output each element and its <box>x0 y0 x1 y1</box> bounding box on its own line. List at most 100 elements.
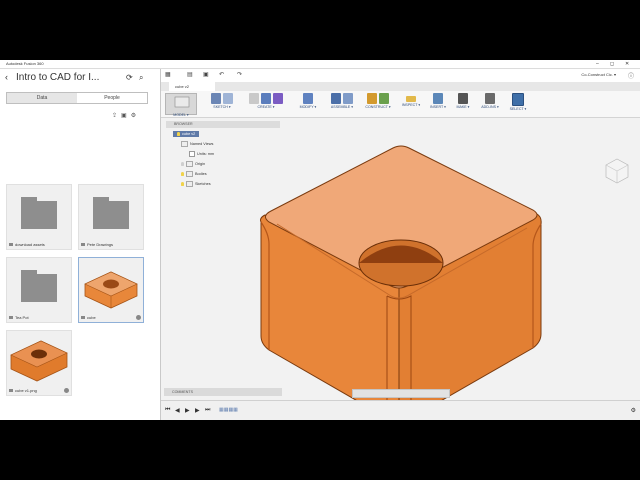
tab-cube-v2[interactable]: cube v2 <box>169 82 215 91</box>
navigation-bar[interactable] <box>352 389 450 398</box>
folder-icon <box>186 161 193 167</box>
previous-step-icon[interactable]: ◀ <box>175 407 180 414</box>
construct-menu[interactable]: CONSTRUCT ▾ <box>361 93 395 109</box>
title-bar: Autodesk Fusion 360 – ◻ ✕ <box>0 60 640 69</box>
offset-plane-icon <box>367 93 377 104</box>
last-step-icon[interactable]: ⏭ <box>205 407 210 414</box>
scripts-icon <box>485 93 495 104</box>
sketch-menu[interactable]: SKETCH ▾ <box>205 93 239 109</box>
lightbulb-icon[interactable] <box>181 172 184 176</box>
new-folder-icon[interactable]: ▣ <box>121 113 131 119</box>
folder-small-icon <box>9 243 13 247</box>
list-item-tea-pot[interactable]: Tea Pot <box>6 257 72 323</box>
cube-thumbnail <box>84 271 138 309</box>
tab-people[interactable]: People <box>77 93 147 103</box>
insert-menu[interactable]: INSERT ▾ <box>427 93 449 109</box>
model-workspace-icon <box>174 96 190 108</box>
folder-icon <box>186 181 193 187</box>
browser-panel: BROWSER cube v2 Named Views Units: mm Or… <box>161 118 281 248</box>
timeline-settings-icon[interactable]: ⚙ <box>631 407 636 414</box>
insert-image-icon <box>433 93 443 104</box>
data-actions: ⇪▣⚙ <box>112 112 140 119</box>
ribbon: MODEL ▾ SKETCH ▾ CREATE ▾ MODIFY ▾ ASSEM… <box>161 91 640 118</box>
grid-menu-icon[interactable]: ▦ <box>165 71 171 78</box>
add-ins-menu[interactable]: ADD-INS ▾ <box>477 93 503 109</box>
folder-small-icon <box>81 243 85 247</box>
list-item-cube[interactable]: cube <box>78 257 144 323</box>
modify-menu[interactable]: MODIFY ▾ <box>295 93 321 109</box>
close-button[interactable]: ✕ <box>625 60 629 68</box>
folder-icon <box>181 141 188 147</box>
lightbulb-icon[interactable] <box>177 132 180 136</box>
select-menu[interactable]: SELECT ▾ <box>507 93 529 111</box>
line-icon <box>223 93 233 104</box>
timeline-features-icon[interactable]: ▦▦▦▦ <box>219 407 238 413</box>
settings-icon[interactable]: ⚙ <box>131 113 140 119</box>
folder-icon <box>21 270 57 302</box>
extrude-icon <box>261 93 271 104</box>
measure-icon <box>406 96 416 102</box>
data-panel-tabs: Data People <box>6 92 148 104</box>
timeline: ⏮ ◀ ▶ ▶ ⏭ ▦▦▦▦ ⚙ <box>161 400 640 420</box>
comments-panel[interactable]: COMMENTS <box>164 388 282 396</box>
save-icon[interactable]: ▣ <box>203 71 209 78</box>
back-arrow-icon[interactable]: ‹ <box>5 72 8 82</box>
folder-icon <box>93 197 129 229</box>
search-icon[interactable]: ⌕ <box>139 73 143 83</box>
folder-icon <box>186 171 193 177</box>
co-construct-menu[interactable]: Co-Construct Cic. ▾ <box>581 72 616 77</box>
browser-node-sketches[interactable]: Sketches <box>181 181 211 187</box>
document-icon <box>189 151 195 157</box>
cube-image-thumbnail <box>10 340 68 382</box>
file-menu-icon[interactable]: ▤ <box>187 71 193 78</box>
help-icon[interactable]: ⓘ <box>628 71 634 80</box>
upload-icon[interactable]: ⇪ <box>112 113 121 119</box>
sketch-icon <box>211 93 221 104</box>
minimize-button[interactable]: – <box>596 60 599 68</box>
data-panel-header: ‹ Intro to CAD for I... ⟳ ⌕ <box>0 69 160 89</box>
data-panel: ‹ Intro to CAD for I... ⟳ ⌕ Data People … <box>0 69 161 420</box>
browser-node-origin[interactable]: Origin <box>181 161 205 167</box>
joint-icon <box>343 93 353 104</box>
list-item-cube-png[interactable]: cube v1.png <box>6 330 72 396</box>
undo-icon[interactable]: ↶ <box>219 71 224 78</box>
view-cube[interactable] <box>602 156 632 186</box>
lightbulb-off-icon[interactable] <box>181 162 184 166</box>
new-component-icon <box>331 93 341 104</box>
image-small-icon <box>9 389 13 393</box>
next-step-icon[interactable]: ▶ <box>195 407 200 414</box>
browser-node-named-views[interactable]: Named Views <box>181 141 213 147</box>
cube-model[interactable] <box>260 145 542 420</box>
list-item-download-assets[interactable]: download assets <box>6 184 72 250</box>
plane-icon <box>379 93 389 104</box>
info-icon[interactable] <box>136 315 141 320</box>
info-icon[interactable] <box>64 388 69 393</box>
create-menu[interactable]: CREATE ▾ <box>245 93 287 109</box>
tab-data[interactable]: Data <box>7 93 77 103</box>
browser-node-units[interactable]: Units: mm <box>189 151 214 157</box>
make-menu[interactable]: MAKE ▾ <box>452 93 474 109</box>
fusion-window: Autodesk Fusion 360 – ◻ ✕ ‹ Intro to CAD… <box>0 60 640 420</box>
browser-root-node[interactable]: cube v2 <box>173 131 200 137</box>
first-step-icon[interactable]: ⏮ <box>165 407 170 414</box>
assemble-menu[interactable]: ASSEMBLE ▾ <box>325 93 359 109</box>
inspect-menu[interactable]: INSPECT ▾ <box>399 93 423 107</box>
workspace-label: MODEL ▾ <box>173 113 189 117</box>
browser-node-bodies[interactable]: Bodies <box>181 171 207 177</box>
refresh-icon[interactable]: ⟳ <box>126 73 133 82</box>
play-icon[interactable]: ▶ <box>185 407 190 414</box>
sphere-icon <box>273 93 283 104</box>
list-item-pete-drawings[interactable]: Pete Drawings <box>78 184 144 250</box>
folder-small-icon <box>9 316 13 320</box>
quick-access-toolbar: ▦ ▤ ▣ ↶ ↷ Co-Construct Cic. ▾ ⓘ <box>161 69 640 83</box>
design-small-icon <box>81 316 85 320</box>
workspace-selector[interactable]: MODEL ▾ <box>165 93 197 117</box>
app-title: Autodesk Fusion 360 <box>6 61 44 66</box>
3d-print-icon <box>458 93 468 104</box>
select-icon <box>512 93 524 106</box>
redo-icon[interactable]: ↷ <box>237 71 242 78</box>
browser-header[interactable]: BROWSER <box>166 121 280 128</box>
lightbulb-icon[interactable] <box>181 182 184 186</box>
maximize-button[interactable]: ◻ <box>610 60 614 68</box>
press-pull-icon <box>303 93 313 104</box>
